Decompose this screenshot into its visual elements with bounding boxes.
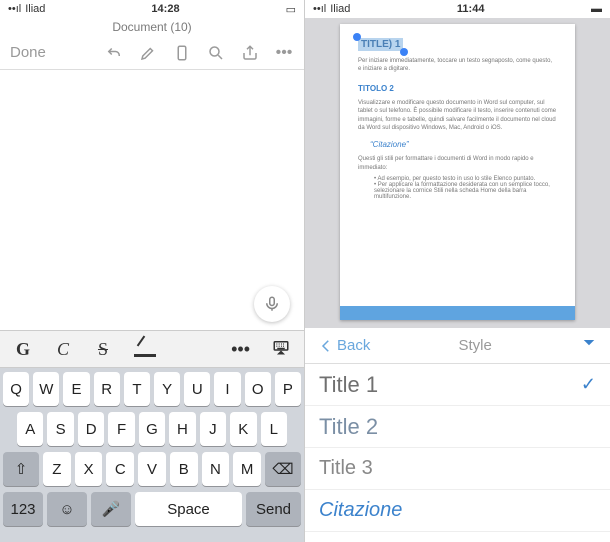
key-o[interactable]: O — [245, 372, 271, 406]
key-mic[interactable]: 🎤 — [91, 492, 131, 526]
key-g[interactable]: G — [139, 412, 165, 446]
style-pane: ••ıl Iliad 11:44 ▬ TITLE) 1 Per iniziare… — [305, 0, 610, 542]
key-r[interactable]: R — [94, 372, 120, 406]
key-a[interactable]: A — [17, 412, 43, 446]
key-d[interactable]: D — [78, 412, 104, 446]
key-q[interactable]: Q — [3, 372, 29, 406]
undo-icon[interactable] — [104, 43, 124, 63]
key-send[interactable]: Send — [246, 492, 301, 526]
done-button[interactable]: Done — [10, 44, 46, 61]
key-backspace[interactable]: ⌫ — [265, 452, 301, 486]
battery-icon: ▭ — [286, 3, 296, 16]
device-icon[interactable] — [172, 43, 192, 63]
more-icon[interactable]: ••• — [274, 43, 294, 63]
style-title-2[interactable]: Title 2 — [305, 406, 610, 448]
heading-2: TITOLO 2 — [358, 84, 557, 93]
signal-icon: ••ıl — [8, 3, 21, 15]
key-t[interactable]: T — [124, 372, 150, 406]
key-n[interactable]: N — [202, 452, 230, 486]
style-list: Title 1 ✓ Title 2 Title 3 Citazione — [305, 364, 610, 532]
key-shift[interactable]: ⇧ — [3, 452, 39, 486]
selected-title-text[interactable]: TITLE) 1 — [358, 38, 403, 51]
bold-button[interactable]: G — [14, 339, 32, 360]
key-m[interactable]: M — [233, 452, 261, 486]
share-icon[interactable] — [240, 43, 260, 63]
carrier-label: Iliad — [25, 3, 45, 15]
style-label: Citazione — [319, 499, 402, 522]
key-v[interactable]: V — [138, 452, 166, 486]
highlight-button[interactable] — [134, 341, 156, 357]
keyboard: Q W E R T Y U I O P A S D F G H J K L ⇧ … — [0, 368, 304, 542]
paragraph: Visualizzare e modificare questo documen… — [358, 99, 557, 133]
pen-icon[interactable] — [138, 43, 158, 63]
key-h[interactable]: H — [169, 412, 195, 446]
document-canvas[interactable] — [0, 70, 304, 330]
quote-text: “Citazione” — [370, 140, 557, 149]
key-l[interactable]: L — [261, 412, 287, 446]
key-row-3: ⇧ Z X C V B N M ⌫ — [3, 452, 301, 486]
page: TITLE) 1 Per iniziare immediatamente, to… — [340, 24, 575, 320]
battery-icon: ▬ — [591, 3, 602, 15]
style-label: Title 3 — [319, 457, 373, 480]
editor-pane: ••ıl Iliad 14:28 ▭ Document (10) Done ••… — [0, 0, 305, 542]
checkmark-icon: ✓ — [581, 374, 596, 395]
key-space[interactable]: Space — [135, 492, 242, 526]
strike-button[interactable]: S — [94, 339, 112, 360]
key-p[interactable]: P — [275, 372, 301, 406]
collapse-button[interactable] — [580, 334, 598, 357]
style-title-3[interactable]: Title 3 — [305, 448, 610, 490]
key-z[interactable]: Z — [43, 452, 71, 486]
style-citation[interactable]: Citazione — [305, 490, 610, 532]
paragraph: Questi gli stili per formattare i docume… — [358, 155, 557, 172]
italic-button[interactable]: C — [54, 339, 72, 360]
key-i[interactable]: I — [214, 372, 240, 406]
key-k[interactable]: K — [230, 412, 256, 446]
format-toolbar: G C S ••• — [0, 330, 304, 368]
key-s[interactable]: S — [47, 412, 73, 446]
paragraph: Per iniziare immediatamente, toccare un … — [358, 57, 557, 74]
dictation-button[interactable] — [254, 286, 290, 322]
search-icon[interactable] — [206, 43, 226, 63]
style-title-1[interactable]: Title 1 ✓ — [305, 364, 610, 406]
key-c[interactable]: C — [106, 452, 134, 486]
key-j[interactable]: J — [200, 412, 226, 446]
key-u[interactable]: U — [184, 372, 210, 406]
key-numbers[interactable]: 123 — [3, 492, 43, 526]
panel-title: Style — [370, 337, 580, 354]
top-toolbar: Done ••• — [0, 36, 304, 70]
status-bar: ••ıl Iliad 14:28 ▭ — [0, 0, 304, 18]
bullet-list: Ad esempio, per questo testo in uso lo s… — [374, 176, 557, 200]
signal-icon: ••ıl — [313, 3, 326, 15]
style-label: Title 2 — [319, 414, 378, 440]
clock: 14:28 — [45, 3, 285, 15]
key-row-1: Q W E R T Y U I O P — [3, 372, 301, 406]
keyboard-toggle-icon[interactable] — [272, 338, 290, 361]
key-x[interactable]: X — [75, 452, 103, 486]
back-label: Back — [337, 337, 370, 354]
back-button[interactable]: Back — [317, 337, 370, 355]
chevron-left-icon — [317, 337, 335, 355]
key-w[interactable]: W — [33, 372, 59, 406]
list-item: Per applicare la formattazione desiderat… — [374, 182, 557, 200]
clock: 11:44 — [350, 3, 591, 15]
style-label: Title 1 — [319, 372, 378, 398]
style-nav-bar: Back Style — [305, 328, 610, 364]
key-b[interactable]: B — [170, 452, 198, 486]
key-e[interactable]: E — [63, 372, 89, 406]
page-footer — [340, 306, 575, 320]
document-preview[interactable]: TITLE) 1 Per iniziare immediatamente, to… — [305, 18, 610, 328]
key-y[interactable]: Y — [154, 372, 180, 406]
key-row-4: 123 ☺ 🎤 Space Send — [3, 492, 301, 526]
status-bar: ••ıl Iliad 11:44 ▬ — [305, 0, 610, 18]
more-format-button[interactable]: ••• — [231, 339, 250, 360]
key-f[interactable]: F — [108, 412, 134, 446]
key-row-2: A S D F G H J K L — [3, 412, 301, 446]
key-emoji[interactable]: ☺ — [47, 492, 87, 526]
chevron-down-icon — [580, 334, 598, 352]
document-title: Document (10) — [0, 18, 304, 36]
carrier-label: Iliad — [330, 3, 350, 15]
